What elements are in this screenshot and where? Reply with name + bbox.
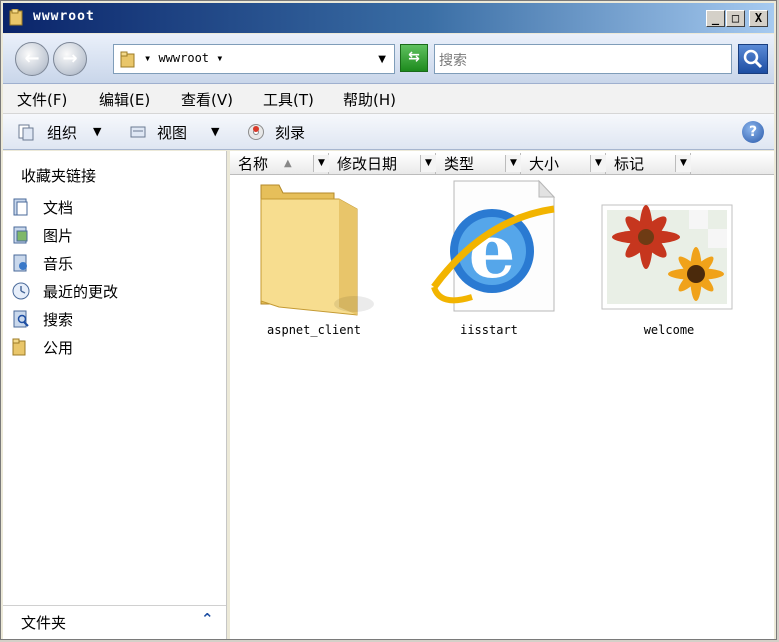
column-size[interactable]: 大小 ▼	[521, 153, 606, 175]
file-name: iisstart	[460, 323, 518, 337]
column-type[interactable]: 类型 ▼	[436, 153, 521, 175]
search-input[interactable]: 搜索	[434, 44, 732, 74]
back-arrow-icon: ←	[24, 48, 40, 69]
close-button[interactable]: X	[749, 10, 768, 27]
column-header: 名称 ▲ ▼ 修改日期 ▼ 类型 ▼ 大小 ▼ 标记 ▼	[230, 153, 774, 175]
folder-icon	[12, 338, 26, 356]
column-label: 标记	[614, 155, 645, 173]
column-dropdown-icon[interactable]: ▼	[313, 155, 329, 172]
address-path: ▾ wwwroot ▾	[144, 51, 224, 65]
folder-icon	[120, 51, 135, 68]
link-label: 图片	[43, 227, 74, 245]
menu-file[interactable]: 文件(F)	[17, 89, 67, 110]
views-icon	[130, 126, 146, 138]
address-row: ← → ▾ wwwroot ▾ ▼ ⇆ 搜索	[3, 34, 774, 84]
link-label: 最近的更改	[43, 283, 119, 301]
pictures-icon	[13, 226, 28, 244]
window-title: wwwroot	[33, 9, 95, 24]
link-label: 搜索	[43, 311, 74, 329]
menu-tools[interactable]: 工具(T)	[263, 89, 314, 110]
menu-bar: 文件(F) 编辑(E) 查看(V) 工具(T) 帮助(H)	[3, 84, 774, 114]
music-icon	[13, 254, 27, 272]
column-dropdown-icon[interactable]: ▼	[675, 155, 691, 172]
folder-icon	[260, 184, 374, 316]
column-label: 大小	[529, 155, 560, 173]
folders-label: 文件夹	[21, 614, 67, 632]
column-label: 类型	[444, 155, 475, 173]
column-name[interactable]: 名称 ▲ ▼	[230, 153, 329, 175]
column-dropdown-icon[interactable]: ▼	[590, 155, 606, 172]
folder-icon	[9, 9, 23, 26]
column-dropdown-icon[interactable]: ▼	[505, 155, 521, 172]
file-name: welcome	[643, 323, 695, 337]
explorer-window: wwwroot _ □ X ← → ▾ wwwroot ▾ ▼ ⇆ 搜索 文件(…	[0, 0, 777, 640]
burn-button[interactable]: 刻录	[275, 122, 305, 143]
searches-icon	[13, 310, 29, 328]
column-label: 修改日期	[337, 155, 398, 173]
column-modified[interactable]: 修改日期 ▼	[329, 153, 436, 175]
menu-help[interactable]: 帮助(H)	[343, 89, 396, 110]
organize-dropdown-icon[interactable]: ▼	[93, 125, 101, 138]
file-item-aspnet-client[interactable]: aspnet_client	[239, 179, 389, 339]
sort-up-icon: ▲	[284, 158, 292, 169]
search-button[interactable]	[738, 44, 768, 74]
maximize-button[interactable]: □	[726, 10, 745, 27]
help-icon: ?	[748, 124, 758, 140]
toolbar: 组织 ▼ 视图 ▼ 刻录 ?	[3, 114, 774, 150]
back-button[interactable]: ←	[15, 42, 49, 76]
folders-toggle[interactable]: 文件夹 ⌃	[3, 605, 226, 639]
content-pane: 名称 ▲ ▼ 修改日期 ▼ 类型 ▼ 大小 ▼ 标记 ▼ aspnet_clie…	[230, 151, 774, 639]
address-bar[interactable]: ▾ wwwroot ▾ ▼	[113, 44, 395, 74]
menu-edit[interactable]: 编辑(E)	[99, 89, 150, 110]
chevron-up-icon: ⌃	[201, 610, 214, 628]
views-button[interactable]: 视图	[157, 122, 187, 143]
menu-view[interactable]: 查看(V)	[181, 89, 233, 110]
navigation-pane: 收藏夹链接 文档 图片 音乐 最近的更改 搜索 公用 文件夹 ⌃	[3, 151, 227, 639]
column-tags[interactable]: 标记 ▼	[606, 153, 691, 175]
forward-arrow-icon: →	[62, 48, 78, 69]
organize-button[interactable]: 组织	[47, 122, 77, 143]
documents-icon	[13, 198, 28, 216]
column-label: 名称	[238, 155, 269, 173]
refresh-button[interactable]: ⇆	[400, 44, 428, 72]
help-button[interactable]: ?	[742, 121, 764, 143]
file-item-iisstart[interactable]: e iisstart	[414, 179, 564, 339]
ie-document-icon: e	[431, 179, 556, 312]
link-label: 音乐	[43, 255, 74, 273]
title-bar[interactable]: wwwroot _ □ X	[3, 3, 774, 33]
link-label: 公用	[43, 339, 74, 357]
address-dropdown-icon[interactable]: ▼	[378, 54, 386, 65]
minimize-button[interactable]: _	[706, 10, 725, 27]
image-icon	[601, 204, 733, 310]
views-dropdown-icon[interactable]: ▼	[211, 125, 219, 138]
search-icon	[743, 49, 763, 69]
file-item-welcome[interactable]: welcome	[594, 179, 744, 339]
organize-icon	[18, 124, 34, 141]
refresh-icon: ⇆	[408, 49, 420, 65]
column-dropdown-icon[interactable]: ▼	[420, 155, 436, 172]
burn-disc-icon	[248, 124, 264, 140]
recent-changes-icon	[12, 282, 30, 300]
favorite-links-title: 收藏夹链接	[21, 167, 97, 185]
link-label: 文档	[43, 199, 74, 217]
file-name: aspnet_client	[267, 323, 361, 337]
forward-button[interactable]: →	[53, 42, 87, 76]
